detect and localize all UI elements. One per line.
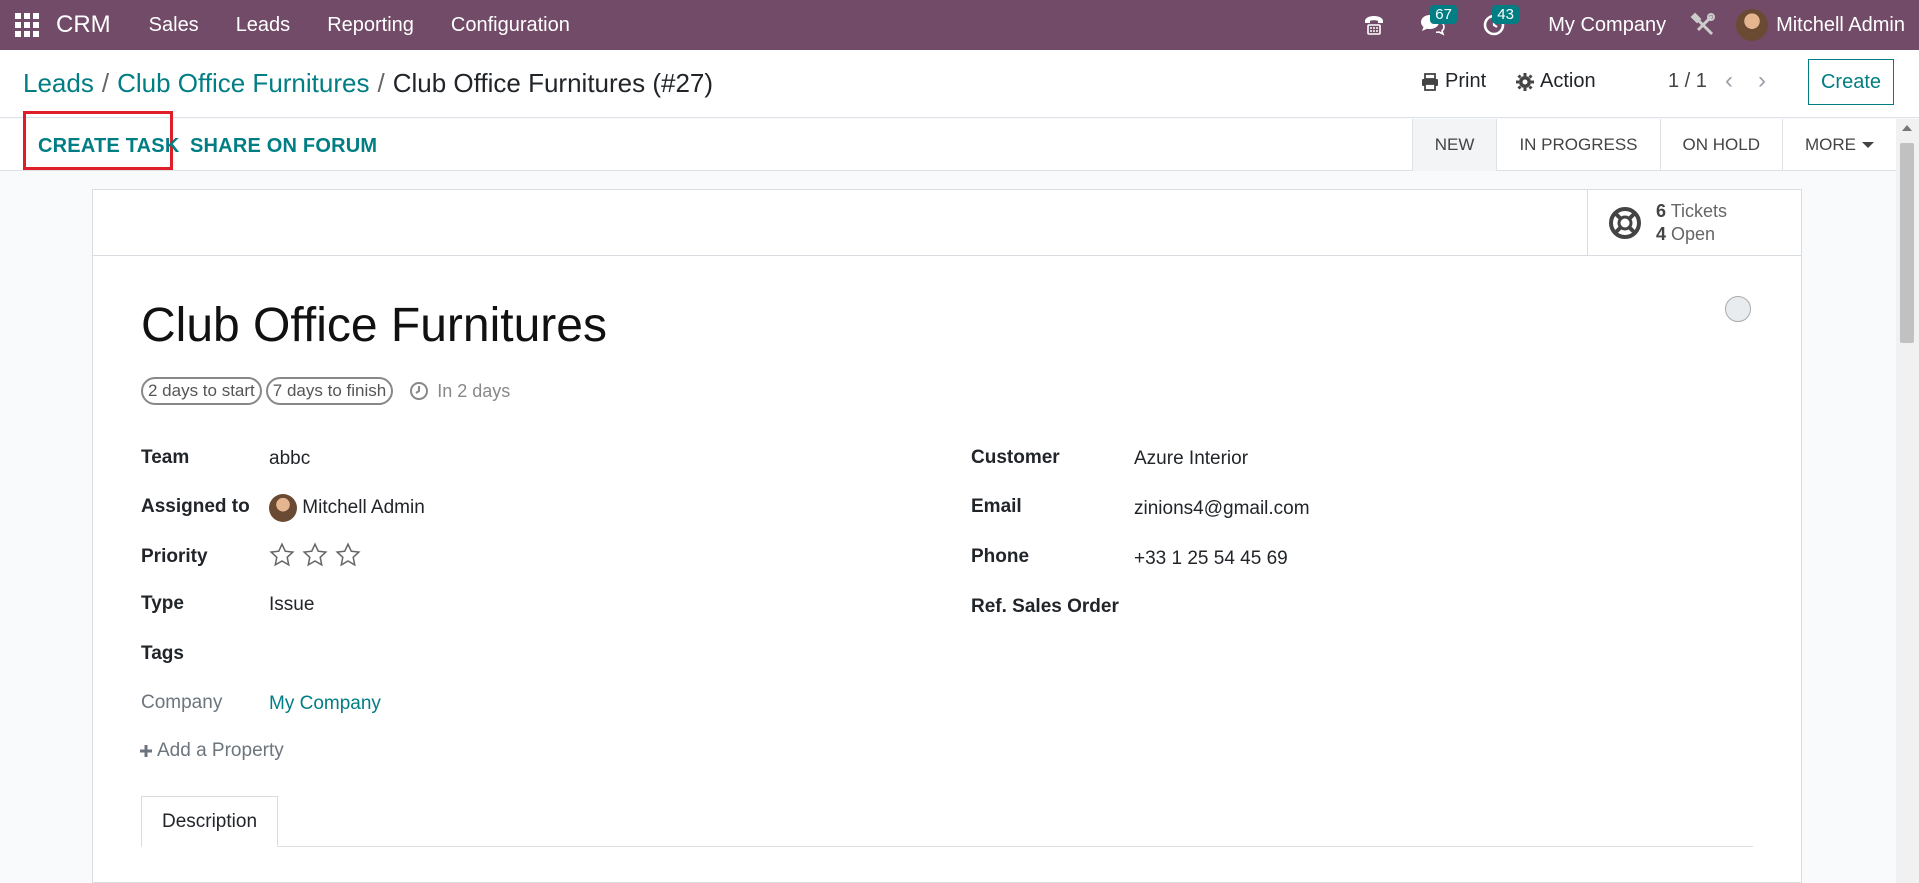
print-label: Print: [1445, 70, 1487, 92]
company-switcher[interactable]: My Company: [1548, 14, 1666, 37]
tickets-count: 6: [1656, 200, 1667, 221]
more-label: MORE: [1805, 135, 1856, 154]
button-box: 6 Tickets 4 Open: [93, 190, 1801, 256]
systray: 67 43 My Company Mitchell Admin: [1354, 0, 1919, 50]
plus-icon: [140, 745, 152, 757]
assignee-avatar: [269, 494, 297, 522]
tools-icon[interactable]: [1688, 0, 1718, 50]
phone-label: Phone: [971, 546, 1030, 567]
print-button[interactable]: Print: [1421, 70, 1486, 93]
deadline-text: In 2 days: [437, 380, 511, 401]
action-label: Action: [1540, 70, 1596, 92]
assigned-to-label: Assigned to: [141, 496, 250, 517]
breadcrumb-current: Club Office Furnitures (#27): [392, 68, 714, 98]
stage-selector: NEW IN PROGRESS ON HOLD MORE: [1411, 119, 1896, 171]
assigned-to-field[interactable]: Mitchell Admin: [269, 494, 425, 522]
stage-in-progress[interactable]: IN PROGRESS: [1496, 119, 1659, 171]
kanban-state-indicator[interactable]: [1725, 296, 1751, 322]
assignee-name: Mitchell Admin: [302, 497, 425, 519]
phone-field[interactable]: +33 1 25 54 45 69: [1134, 548, 1288, 570]
scroll-thumb[interactable]: [1900, 143, 1914, 343]
sales-order-label: Ref. Sales Order: [971, 596, 1119, 617]
user-avatar[interactable]: [1736, 9, 1769, 41]
planning-pills: 2 days to start 7 days to finish In 2 da…: [141, 377, 510, 405]
stage-more-dropdown[interactable]: MORE: [1782, 119, 1896, 171]
breadcrumb: Leads / Club Office Furnitures / Club Office…: [23, 68, 714, 98]
type-field[interactable]: Issue: [269, 594, 314, 616]
star-icon[interactable]: [302, 542, 328, 568]
tab-divider: [141, 846, 1753, 847]
create-button[interactable]: Create: [1808, 59, 1894, 105]
customer-label: Customer: [971, 447, 1060, 468]
team-field[interactable]: abbc: [269, 448, 310, 470]
type-label: Type: [141, 593, 184, 614]
menu-configuration[interactable]: Configuration: [451, 14, 570, 37]
menu-leads[interactable]: Leads: [236, 14, 291, 37]
priority-label: Priority: [141, 546, 208, 567]
statusbar: CREATE TASK SHARE ON FORUM NEW IN PROGRE…: [0, 111, 1896, 171]
pager-previous-icon[interactable]: ‹: [1725, 67, 1733, 95]
tickets-stat-button[interactable]: 6 Tickets 4 Open: [1587, 190, 1801, 255]
apps-menu-icon[interactable]: [14, 12, 40, 38]
caret-down-icon: [1862, 142, 1874, 148]
messages-icon[interactable]: 67: [1408, 0, 1457, 50]
days-to-finish-badge: 7 days to finish: [265, 377, 394, 405]
pager-next-icon[interactable]: ›: [1758, 67, 1766, 95]
add-property-label: Add a Property: [157, 740, 284, 761]
menu-sales[interactable]: Sales: [149, 14, 199, 37]
user-menu[interactable]: Mitchell Admin: [1776, 14, 1905, 37]
action-button[interactable]: Action: [1516, 70, 1596, 93]
team-label: Team: [141, 447, 190, 468]
email-label: Email: [971, 496, 1022, 517]
pager-value[interactable]: 1 / 1: [1668, 70, 1707, 93]
add-property-button[interactable]: Add a Property: [139, 740, 284, 762]
scrollbar[interactable]: [1896, 119, 1919, 883]
deadline[interactable]: In 2 days: [409, 381, 510, 402]
create-task-button[interactable]: CREATE TASK: [38, 129, 179, 163]
tickets-stat-text: 6 Tickets 4 Open: [1656, 200, 1727, 246]
app-name[interactable]: CRM: [56, 11, 111, 39]
lifebuoy-icon: [1609, 206, 1641, 239]
tickets-label: Tickets: [1670, 200, 1728, 221]
control-panel: Leads / Club Office Furnitures / Club Office…: [0, 50, 1919, 118]
priority-widget: [269, 542, 361, 568]
stage-new[interactable]: NEW: [1411, 119, 1497, 171]
days-to-start-badge: 2 days to start: [141, 377, 262, 405]
clock-icon: [410, 382, 429, 400]
record-title[interactable]: Club Office Furnitures: [141, 298, 607, 353]
share-on-forum-button[interactable]: SHARE ON FORUM: [190, 129, 377, 163]
phone-icon[interactable]: [1354, 0, 1394, 50]
print-icon: [1422, 72, 1438, 91]
activities-badge: 43: [1492, 5, 1519, 24]
open-label: Open: [1671, 223, 1716, 244]
company-label: Company: [141, 692, 223, 713]
open-count: 4: [1656, 223, 1667, 244]
customer-field[interactable]: Azure Interior: [1134, 448, 1248, 470]
star-icon[interactable]: [269, 542, 295, 568]
star-icon[interactable]: [335, 542, 361, 568]
menu-reporting[interactable]: Reporting: [327, 14, 414, 37]
breadcrumb-leads[interactable]: Leads: [23, 68, 94, 98]
tags-label: Tags: [141, 643, 184, 664]
email-field[interactable]: zinions4@gmail.com: [1134, 498, 1310, 520]
company-field[interactable]: My Company: [269, 693, 381, 715]
messages-badge: 67: [1430, 5, 1457, 24]
stage-on-hold[interactable]: ON HOLD: [1659, 119, 1782, 171]
top-navbar: CRM Sales Leads Reporting Configuration …: [0, 0, 1919, 50]
gear-icon: [1516, 72, 1534, 91]
tab-description[interactable]: Description: [141, 796, 278, 847]
form-sheet: 6 Tickets 4 Open Club Office Furnitures …: [92, 189, 1802, 883]
activities-icon[interactable]: 43: [1470, 0, 1519, 50]
breadcrumb-parent[interactable]: Club Office Furnitures: [117, 68, 369, 98]
scroll-up-icon[interactable]: [1902, 125, 1912, 131]
